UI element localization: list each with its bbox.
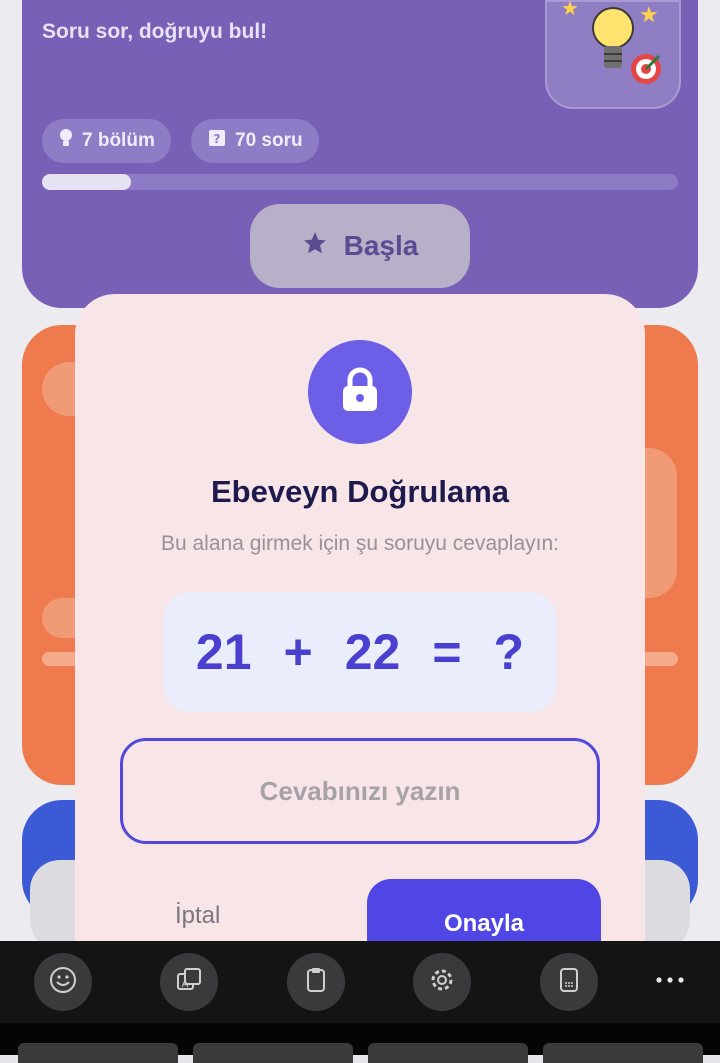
lightbulb-icon [58,128,74,154]
clipboard-icon [301,965,331,1000]
settings-icon [427,965,457,1000]
dialog-description: Bu alana girmek için şu soruyu cevaplayı… [160,532,560,555]
questions-chip: ? 70 soru [191,119,319,163]
translate-icon: A [174,965,204,1000]
lock-icon-badge [308,340,412,444]
keyboard-key[interactable] [543,1043,703,1063]
quiz-card-illustration: ★ ★ [545,0,681,109]
target-icon [629,52,663,94]
operand-a: 21 [195,624,252,680]
more-button[interactable] [650,961,690,1001]
star-icon [302,230,328,263]
unknown-mark: ? [493,624,525,680]
keyboard-layout-button[interactable] [540,953,598,1011]
dialog-title: Ebeveyn Doğrulama [210,474,510,509]
more-icon [655,972,685,990]
start-button-label: Başla [343,230,419,261]
emoji-icon [48,965,78,1000]
quiz-progress-fill [42,174,132,190]
sections-chip-label: 7 bölüm [82,130,155,151]
svg-text:?: ? [214,132,221,146]
start-button[interactable]: Başla [250,204,470,288]
svg-text:A: A [182,979,189,990]
star-icon: ★ [561,0,579,20]
operator: + [283,624,313,680]
translate-button[interactable]: A [160,953,218,1011]
parent-verification-dialog: Ebeveyn Doğrulama Bu alana girmek için ş… [75,294,645,994]
keyboard-key[interactable] [193,1043,353,1063]
operand-b: 22 [344,624,401,680]
keyboard-keys-row [0,1023,720,1063]
equals-sign: = [432,624,462,680]
questions-chip-label: 70 soru [235,130,303,151]
sections-chip: 7 bölüm [42,119,171,163]
quiz-icon: ? [207,128,227,154]
keyboard-key[interactable] [368,1043,528,1063]
quiz-progress-bar [42,174,678,190]
cancel-button[interactable]: İptal [175,902,220,930]
keyboard-toolbar: A [0,941,720,1023]
star-icon: ★ [639,2,659,27]
lock-icon [340,367,380,418]
answer-input[interactable] [120,738,600,844]
math-question: 21 + 22 = ? [163,592,557,712]
keyboard-key[interactable] [18,1043,178,1063]
clipboard-button[interactable] [287,953,345,1011]
confirm-button-label: Onayla [443,910,525,937]
keyboard-layout-icon [554,965,584,1000]
settings-button[interactable] [413,953,471,1011]
quiz-card-subtitle: Soru sor, doğruyu bul! [42,20,268,43]
emoji-button[interactable] [34,953,92,1011]
